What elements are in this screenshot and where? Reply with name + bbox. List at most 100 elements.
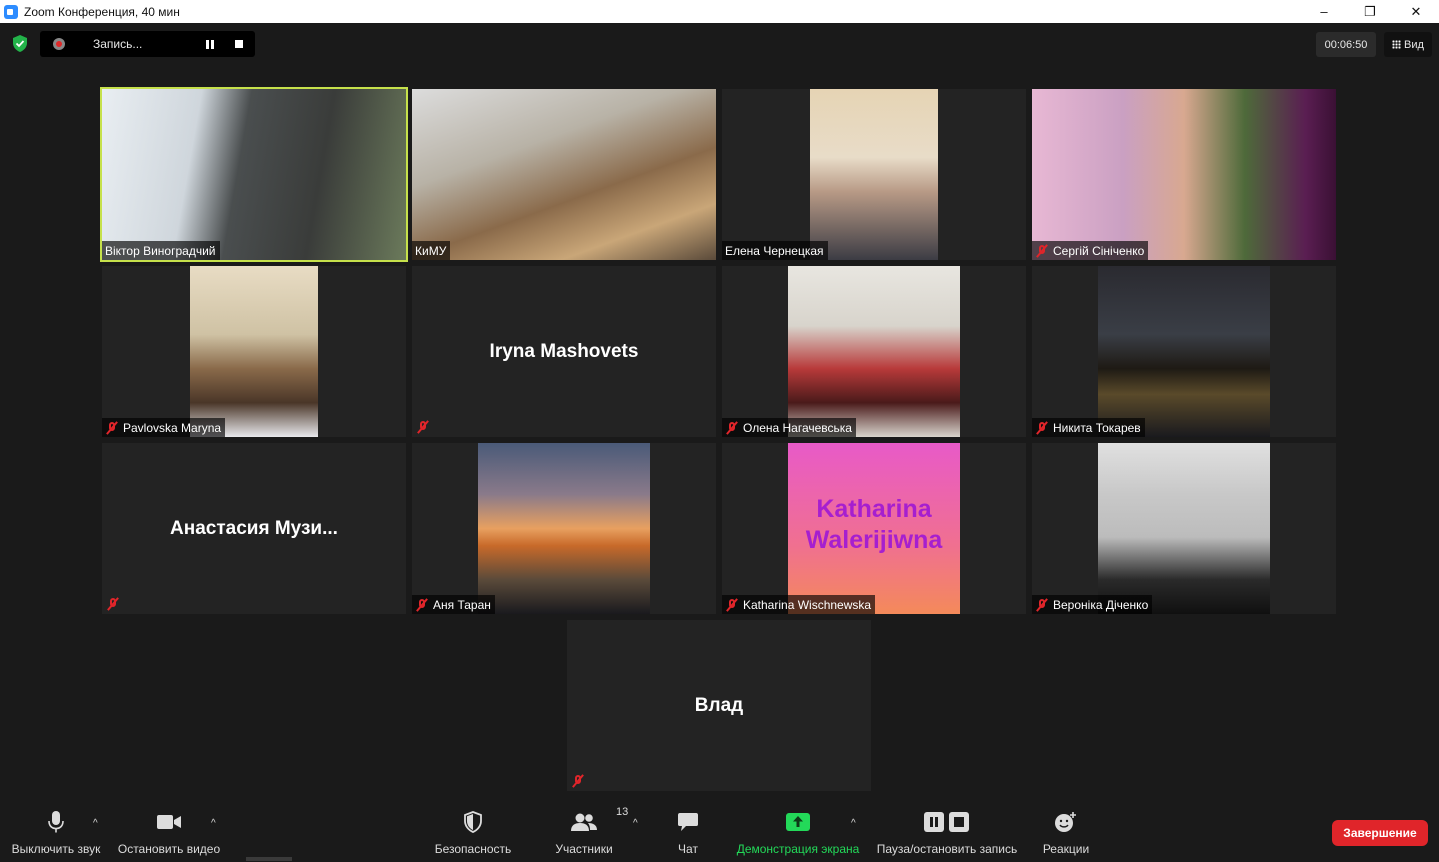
participant-name: Katharina Wischnewska (743, 597, 872, 612)
audio-options-chevron-icon[interactable]: ^ (93, 818, 98, 829)
video-tile[interactable]: Katharina Walerijiwna Katharina Wischnew… (722, 443, 1026, 614)
video-tile[interactable]: Pavlovska Maryna (102, 266, 406, 437)
participant-video (788, 266, 960, 437)
participant-name-label: Віктор Виноградчий (102, 241, 220, 260)
participant-name-label: Аня Таран (412, 595, 495, 614)
muted-mic-icon (725, 597, 739, 612)
participant-video (810, 89, 938, 260)
participant-name: КиМУ (415, 243, 447, 258)
chat-button[interactable]: Чат (670, 809, 706, 856)
video-tile[interactable]: Сергій Сініченко (1032, 89, 1336, 260)
participants-icon: 13 (570, 806, 628, 835)
share-screen-icon (786, 809, 810, 835)
recording-dot-icon (53, 38, 65, 50)
security-button[interactable]: Безопасность (432, 809, 514, 856)
maximize-button[interactable]: ❐ (1347, 0, 1393, 23)
participant-name-label: Pavlovska Maryna (102, 418, 226, 437)
video-tile[interactable]: Аня Таран (412, 443, 716, 614)
video-tile[interactable]: Вероніка Діченко (1032, 443, 1336, 614)
share-screen-button[interactable]: Демонстрация экрана (734, 809, 862, 856)
participant-name-label: Katharina Wischnewska (722, 595, 876, 614)
participants-button[interactable]: 13 Участники (552, 806, 628, 856)
mute-label: Выключить звук (11, 842, 101, 856)
recording-indicator: Запись... (40, 31, 255, 57)
video-camera-icon (156, 809, 182, 835)
muted-mic-icon (725, 420, 739, 435)
toolbar-scroll-indicator (246, 857, 292, 861)
share-options-chevron-icon[interactable]: ^ (851, 818, 856, 829)
participant-name: Віктор Виноградчий (105, 243, 216, 258)
participant-name: Pavlovska Maryna (123, 420, 222, 435)
avatar-text: Katharina Walerijiwna (805, 494, 943, 554)
minimize-button[interactable]: – (1301, 0, 1347, 23)
participant-display-name: Анастасия Музи... (170, 517, 338, 539)
participant-name: Аня Таран (433, 597, 491, 612)
share-screen-label: Демонстрация экрана (736, 842, 860, 856)
encryption-shield-icon[interactable] (12, 35, 28, 52)
participant-name-label: Олена Нагачевська (722, 418, 856, 437)
video-tile[interactable]: КиМУ (412, 89, 716, 260)
muted-mic-icon (105, 420, 119, 435)
meeting-timer: 00:06:50 (1316, 32, 1376, 57)
participant-name: Сергій Сініченко (1053, 243, 1145, 258)
video-tile[interactable]: Елена Чернецкая (722, 89, 1026, 260)
video-tile[interactable]: Влад (567, 620, 871, 791)
pause-stop-recording-label: Пауза/остановить запись (876, 842, 1018, 856)
participant-name-label: Елена Чернецкая (722, 241, 828, 260)
smiley-plus-icon (1054, 809, 1078, 835)
video-tile[interactable]: Анастасия Музи... (102, 443, 406, 614)
end-meeting-button[interactable]: Завершение (1332, 820, 1428, 846)
video-tile[interactable]: Никита Токарев (1032, 266, 1336, 437)
close-button[interactable]: ✕ (1393, 0, 1439, 23)
participants-count-badge: 13 (616, 806, 629, 818)
participant-video (1098, 443, 1270, 614)
security-label: Безопасность (434, 842, 512, 856)
participant-display-name: Влад (694, 694, 744, 716)
participant-video (412, 89, 716, 260)
zoom-app-icon (4, 4, 18, 19)
reactions-label: Реакции (1042, 842, 1090, 856)
reactions-button[interactable]: Реакции (1040, 809, 1092, 856)
participant-name-label: Сергій Сініченко (1032, 241, 1149, 260)
participant-name-label: Никита Токарев (1032, 418, 1145, 437)
recording-label: Запись... (93, 37, 143, 51)
participant-name: Вероніка Діченко (1053, 597, 1149, 612)
muted-mic-icon (106, 597, 120, 611)
muted-mic-icon (1035, 420, 1049, 435)
mute-button[interactable]: Выключить звук (8, 809, 104, 856)
participants-label: Участники (555, 842, 613, 856)
chat-bubble-icon (677, 809, 699, 835)
window-controls: – ❐ ✕ (1301, 0, 1439, 23)
pause-stop-recording-button[interactable]: Пауза/остановить запись (874, 809, 1020, 856)
participant-name: Олена Нагачевська (743, 420, 852, 435)
participant-name: Елена Чернецкая (725, 243, 824, 258)
muted-mic-icon (415, 597, 429, 612)
video-tile[interactable]: Олена Нагачевська (722, 266, 1026, 437)
participant-video (190, 266, 318, 437)
security-shield-icon (463, 809, 483, 835)
muted-mic-icon (416, 420, 430, 434)
participant-name: Никита Токарев (1053, 420, 1141, 435)
participant-video (478, 443, 650, 614)
stop-video-button[interactable]: Остановить видео (116, 809, 222, 856)
participant-name-label: Вероніка Діченко (1032, 595, 1153, 614)
meeting-topbar: Запись... 00:06:50 Вид (0, 23, 1439, 65)
pause-recording-icon[interactable] (206, 39, 214, 49)
participant-name-label: КиМУ (412, 241, 451, 260)
participant-video (1098, 266, 1270, 437)
view-label: Вид (1404, 38, 1424, 51)
participants-options-chevron-icon[interactable]: ^ (633, 818, 638, 829)
video-options-chevron-icon[interactable]: ^ (211, 818, 216, 829)
muted-mic-icon (1035, 243, 1049, 258)
participant-video (1032, 89, 1336, 260)
video-tile[interactable]: Віктор Виноградчий (100, 87, 408, 262)
view-button[interactable]: Вид (1384, 32, 1432, 57)
participant-display-name: Iryna Mashovets (489, 340, 639, 362)
participant-video (102, 89, 406, 260)
stop-recording-icon[interactable] (235, 40, 243, 48)
recording-controls-icon (924, 809, 970, 835)
window-titlebar: Zoom Конференция, 40 мин – ❐ ✕ (0, 0, 1439, 23)
video-tile[interactable]: Iryna Mashovets (412, 266, 716, 437)
window-title: Zoom Конференция, 40 мин (24, 4, 180, 19)
stop-video-label: Остановить видео (117, 842, 221, 856)
